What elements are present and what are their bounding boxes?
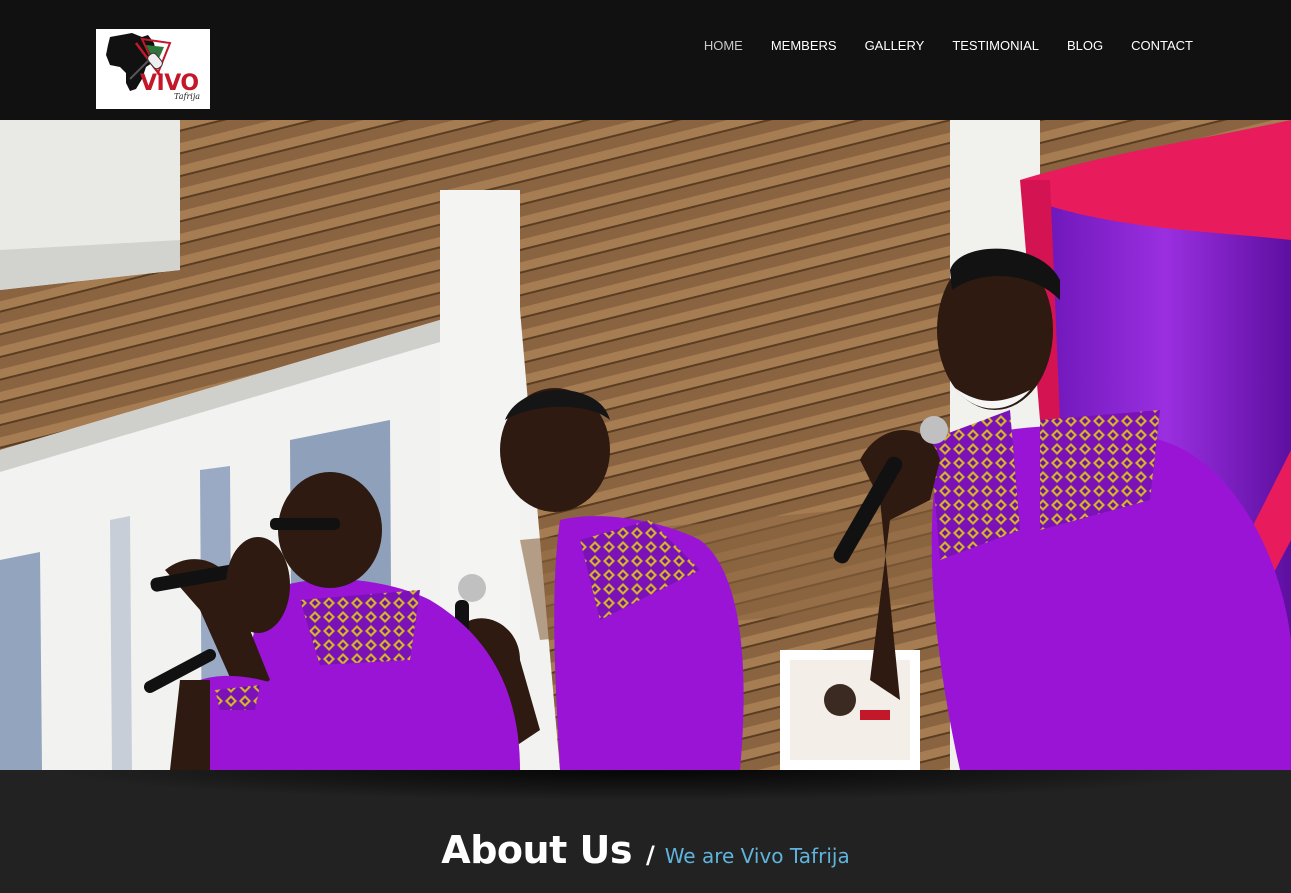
nav-blog[interactable]: BLOG (1067, 38, 1103, 54)
about-section: About Us / We are Vivo Tafrija (0, 770, 1291, 893)
nav-home[interactable]: HOME (704, 38, 743, 54)
about-tagline: We are Vivo Tafrija (664, 844, 850, 868)
hero-photo (0, 120, 1291, 770)
nav-gallery[interactable]: GALLERY (865, 38, 925, 54)
nav-contact[interactable]: CONTACT (1131, 38, 1193, 54)
singers-photo-illustration (0, 120, 1291, 770)
hero-drop-shadow (60, 770, 1231, 800)
site-logo[interactable]: VIVO Tafrija (96, 29, 210, 109)
nav-testimonial[interactable]: TESTIMONIAL (952, 38, 1039, 54)
about-heading-line: About Us / We are Vivo Tafrija (0, 828, 1291, 872)
main-nav: HOME MEMBERS GALLERY TESTIMONIAL BLOG CO… (676, 38, 1193, 54)
logo-subtitle: Tafrija (174, 92, 201, 101)
nav-members[interactable]: MEMBERS (771, 38, 837, 54)
about-heading: About Us (441, 828, 632, 872)
heading-separator: / (645, 841, 655, 869)
site-header: VIVO Tafrija HOME MEMBERS GALLERY TESTIM… (0, 0, 1291, 120)
